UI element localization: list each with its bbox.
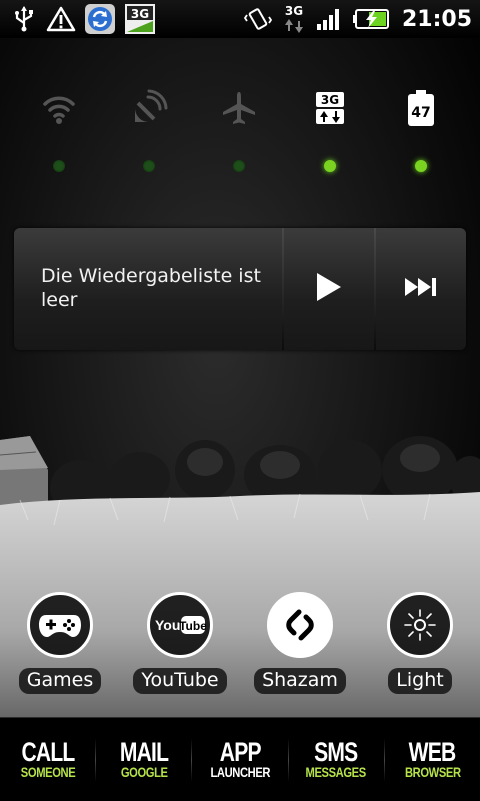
dock-web-label: WEB [408,737,457,767]
warning-icon [46,5,76,33]
playlist-status-text[interactable]: Die Wiedergabeliste ist leer [14,228,282,350]
3g-toggle-icon: 3G [312,82,348,134]
notification-icons[interactable]: 3G [0,3,156,35]
toggle-airplane[interactable] [204,82,274,182]
dock-sms-button[interactable]: SMS MESSAGES [289,730,384,790]
3g-toggle-label: 3G [321,93,339,107]
dock-sms-label: SMS [314,737,359,767]
3g-status-dot [324,160,336,172]
gamepad-icon[interactable] [27,592,93,658]
dock-call-label: CALL [21,737,75,767]
app-light[interactable]: Light [360,592,480,694]
dock-bar: CALL SOMEONE MAIL GOOGLE APP LAUNCHER SM… [0,717,480,801]
wifi-icon [41,82,77,134]
shazam-icon[interactable] [267,592,333,658]
status-clock: 21:05 [401,6,472,32]
app-label[interactable]: Light [388,668,452,694]
svg-text:3G: 3G [285,4,303,18]
app-label[interactable]: YouTube [133,668,227,694]
3g-data-icon: 3G [282,3,306,35]
battery-icon: 47 [406,82,436,134]
battery-level-label: 47 [411,105,430,121]
dock-app-label: APP [219,737,261,767]
svg-text:3G: 3G [131,7,149,21]
skip-next-icon [405,277,437,301]
dock-mail-sub-label: GOOGLE [120,764,168,780]
app-label[interactable]: Games [18,668,102,694]
wifi-status-dot [53,160,65,172]
dock-web-sub-label: BROWSER [404,764,461,780]
youtube-icon[interactable]: You Tube [147,592,213,658]
toggle-wifi[interactable] [24,82,94,182]
dock-mail-button[interactable]: MAIL GOOGLE [96,730,191,790]
sync-icon [84,3,116,35]
toggle-satellite[interactable] [114,82,184,182]
app-youtube[interactable]: You Tube YouTube [120,592,240,694]
dock-mail-label: MAIL [119,737,169,767]
app-games[interactable]: Games [0,592,120,694]
battery-charging-icon [352,7,390,31]
satellite-status-dot [143,160,155,172]
play-icon [315,272,343,306]
dock-app-launcher-button[interactable]: APP LAUNCHER [192,730,287,790]
dock-web-button[interactable]: WEB BROWSER [385,730,480,790]
dock-sms-sub-label: MESSAGES [306,764,367,780]
status-bar: 3G 3G 21:05 [0,0,480,38]
music-player-widget: Die Wiedergabeliste ist leer [14,228,466,350]
usb-icon [10,5,38,33]
dock-call-sub-label: SOMEONE [20,764,75,780]
app-shazam[interactable]: Shazam [240,592,360,694]
light-icon[interactable] [387,592,453,658]
battery-status-dot [415,160,427,172]
app-label[interactable]: Shazam [254,668,346,694]
vibrate-icon [243,5,272,33]
toggle-3g[interactable]: 3G [295,82,365,182]
svg-text:Tube: Tube [179,619,206,633]
signal-icon [316,6,342,32]
3g-app-icon: 3G [124,3,156,35]
toggle-battery[interactable]: 47 [386,82,456,182]
airplane-icon [221,82,257,134]
dock-app-sub-label: LAUNCHER [210,764,270,780]
airplane-status-dot [233,160,245,172]
satellite-icon [130,82,168,134]
svg-text:You: You [155,617,180,633]
app-shortcuts: Games You Tube YouTube Shazam Light [0,592,480,704]
next-track-button[interactable] [376,228,466,350]
dock-call-button[interactable]: CALL SOMEONE [0,730,95,790]
system-status-icons: 3G 21:05 [243,3,480,35]
play-button[interactable] [284,228,374,350]
quick-toggle-widget: 3G 47 [14,82,466,182]
